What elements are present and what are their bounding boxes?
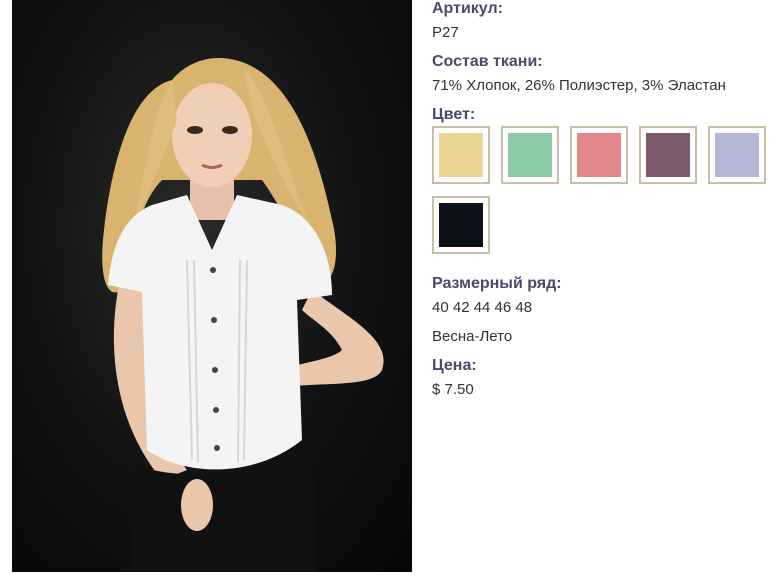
size-label: Размерный ряд:	[432, 275, 562, 292]
color-swatch-fill	[715, 133, 759, 177]
article-label: Артикул:	[432, 0, 503, 17]
season-value: Весна-Лето	[432, 328, 513, 345]
color-swatch-fill	[577, 133, 621, 177]
shirt-button	[213, 407, 219, 413]
color-swatch-mint[interactable]	[501, 126, 559, 184]
fabric-label: Состав ткани:	[432, 53, 543, 70]
face	[172, 83, 252, 187]
right-eye	[222, 126, 238, 134]
color-swatch-black[interactable]	[432, 196, 490, 254]
shirt-button	[210, 267, 216, 273]
shirt-button	[212, 367, 218, 373]
model-illustration	[102, 58, 384, 572]
shirt-button	[211, 317, 217, 323]
color-swatch-lavender[interactable]	[708, 126, 766, 184]
hand	[181, 479, 213, 531]
color-swatch-mauve[interactable]	[639, 126, 697, 184]
size-value: 40 42 44 46 48	[432, 299, 533, 316]
color-swatch-yellow[interactable]	[432, 126, 490, 184]
color-swatch-fill	[439, 203, 483, 247]
product-photo	[12, 0, 412, 572]
color-swatch-fill	[646, 133, 690, 177]
price-value: $ 7.50	[432, 381, 474, 398]
article-value: P27	[432, 24, 459, 41]
color-swatch-coral[interactable]	[570, 126, 628, 184]
left-eye	[187, 126, 203, 134]
color-swatch-fill	[508, 133, 552, 177]
color-label: Цвет:	[432, 106, 476, 123]
shirt-button	[214, 445, 220, 451]
color-swatch-fill	[439, 133, 483, 177]
price-label: Цена:	[432, 357, 477, 374]
fabric-value: 71% Хлопок, 26% Полиэстер, 3% Эластан	[432, 77, 726, 94]
